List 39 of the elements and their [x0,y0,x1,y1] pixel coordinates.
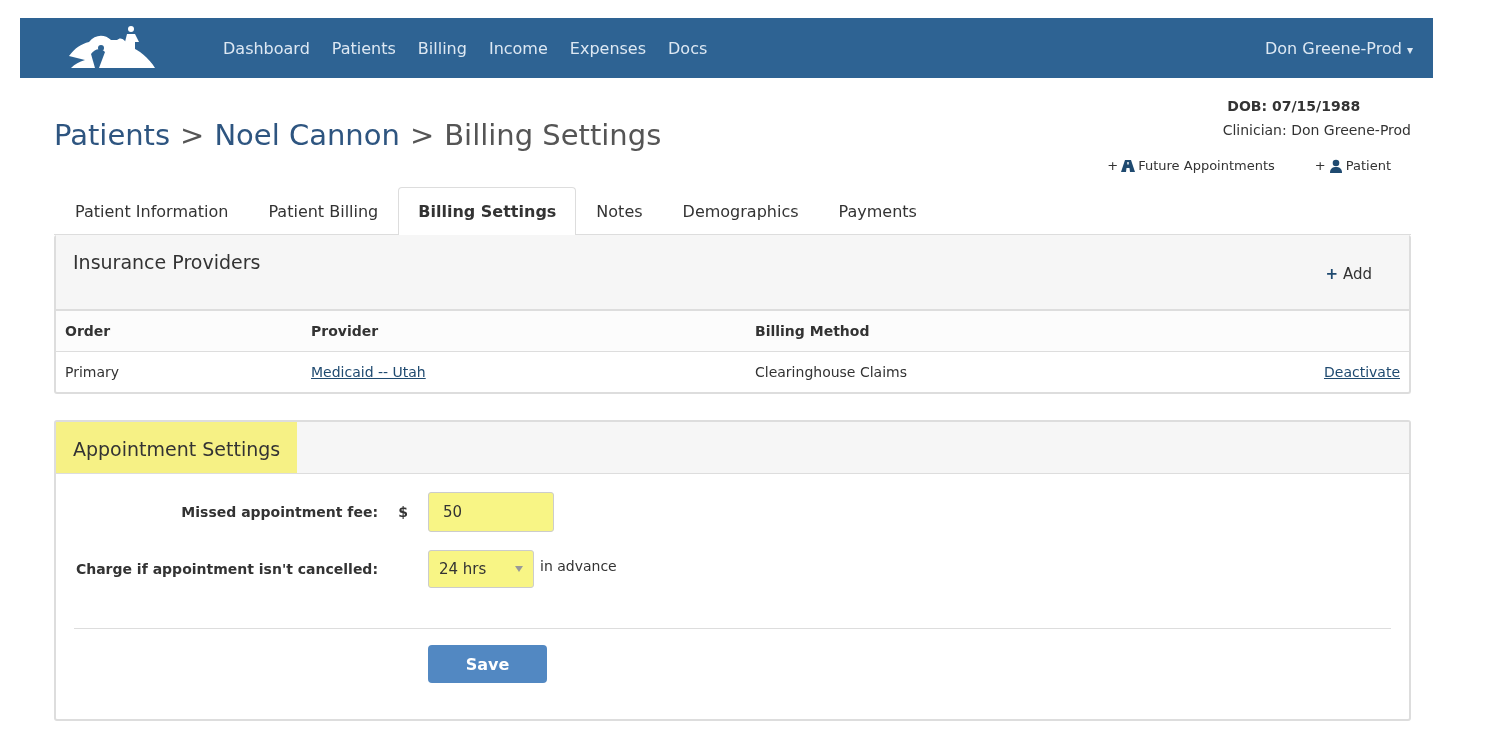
add-link[interactable]: + Add [1325,265,1372,283]
currency-symbol: $ [397,504,409,520]
nav-link[interactable]: Income [488,38,548,58]
nav-link[interactable]: Dashboard [223,38,310,58]
table-cell: Primary [56,351,302,392]
add-link[interactable]: + Future Appointments [1107,158,1275,173]
person-icon [1328,158,1343,173]
add-link[interactable]: + Patient [1314,158,1391,173]
deactivate-link[interactable]: Deactivate [1324,364,1400,380]
tab[interactable]: Patient Information [55,187,249,235]
tab[interactable]: Demographics [662,187,819,235]
breadcrumb-separator: > [180,118,205,154]
patient-dob: DOB: 07/15/1988 [1227,98,1361,114]
patient-clinician: Clinician: Don Greene-Prod [1222,122,1411,138]
fee-input[interactable]: 50 [428,492,554,532]
nav-link[interactable]: Billing [417,38,467,58]
breadcrumb-separator: > [409,118,435,154]
save-button[interactable]: Save [428,645,547,683]
field-label: Charge if appointment isn't cancelled: [74,561,378,577]
hours-dropdown[interactable]: 24 hrs [428,550,534,588]
panel-title: Insurance Providers [72,250,262,275]
field-suffix: in advance [540,558,617,574]
tab[interactable]: Notes [576,187,663,235]
tab[interactable]: Payments [818,187,937,235]
road-icon [1121,158,1136,173]
breadcrumb-link[interactable]: Patients [54,118,171,173]
nav-link[interactable]: Docs [668,38,708,58]
caret-icon [515,566,523,572]
page-title: Billing Settings [444,118,662,154]
user-menu[interactable]: Don Greene-Prod ▾ [1264,38,1413,58]
field-label: Missed appointment fee: [180,504,378,520]
panel-title: Appointment Settings [56,422,298,473]
nav-link[interactable]: Expenses [569,38,647,58]
nav-link[interactable]: Patients [331,38,396,58]
breadcrumb-link[interactable]: Noel Cannon [214,118,400,173]
tab[interactable]: Patient Billing [248,187,399,235]
tab[interactable]: Billing Settings [398,187,577,235]
provider-link[interactable]: Medicaid -- Utah [311,364,426,380]
table-cell: Clearinghouse Claims [746,351,1173,392]
